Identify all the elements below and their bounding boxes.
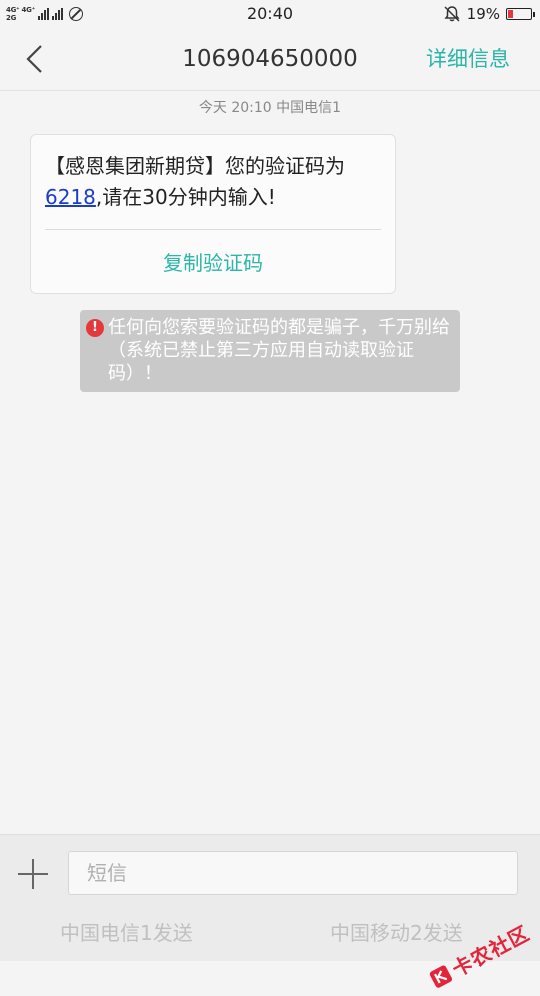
details-button[interactable]: 详细信息 [426, 44, 510, 74]
send-sim1-button[interactable]: 中国电信1发送 [60, 919, 193, 947]
bubble-divider [45, 229, 381, 230]
copy-code-button[interactable]: 复制验证码 [31, 249, 395, 277]
conversation-header: 106904650000 详细信息 [0, 28, 540, 91]
battery-fill [508, 10, 513, 18]
warning-icon: ! [86, 319, 104, 337]
message-text: 【感恩集团新期贷】您的验证码为 6218,请在30分钟内输入! [45, 151, 381, 213]
warning-text: 任何向您索要验证码的都是骗子，千万别给（系统已禁止第三方应用自动读取验证码）！ [108, 317, 450, 384]
message-text-before: 【感恩集团新期贷】您的验证码为 [45, 154, 345, 178]
plus-icon[interactable] [16, 857, 50, 891]
verification-code-link[interactable]: 6218 [45, 185, 96, 209]
security-warning: ! 任何向您索要验证码的都是骗子，千万别给（系统已禁止第三方应用自动读取验证码）… [80, 310, 460, 392]
battery-percent: 19% [466, 5, 500, 23]
status-right: 19% [443, 4, 535, 24]
message-text-after: ,请在30分钟内输入! [95, 185, 276, 209]
sms-input[interactable] [68, 851, 518, 895]
send-sim2-button[interactable]: 中国移动2发送 [330, 919, 463, 947]
battery-icon [506, 8, 535, 20]
status-bar: 4G⁺ 4G⁺ 2G 20:40 19% [0, 0, 540, 28]
message-bubble[interactable]: 【感恩集团新期贷】您的验证码为 6218,请在30分钟内输入! 复制验证码 [30, 134, 396, 294]
message-timestamp: 今天 20:10 中国电信1 [198, 100, 342, 116]
bell-off-icon [443, 5, 461, 23]
message-composer: 中国电信1发送 中国移动2发送 卡农社区 [0, 834, 540, 988]
